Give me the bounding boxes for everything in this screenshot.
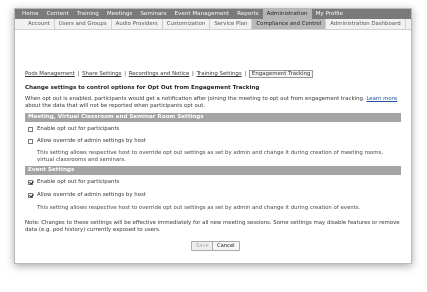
engagement-tracking-current: Engagement Tracking	[248, 70, 314, 78]
link-separator: |	[124, 71, 127, 77]
top-navigation: Home Content Training Meetings Seminars Event…	[15, 9, 411, 19]
description-text: When opt out is enabled, participants wo…	[25, 96, 365, 102]
checkbox[interactable]	[28, 179, 33, 185]
page-section-title: Change settings to control options for O…	[25, 85, 260, 91]
settings-footnote: Note: Changes to these settings will be …	[25, 220, 400, 233]
meeting-settings-header: Meeting, Virtual Classroom and Seminar R…	[25, 113, 401, 122]
sub-tab-customization[interactable]: Customization	[163, 19, 211, 29]
top-tab-content[interactable]: Content	[43, 9, 73, 19]
checkbox-label: Allow override of admin settings by host	[37, 138, 146, 144]
checkbox-label: Enable opt out for participants	[37, 126, 120, 132]
pods-management-link[interactable]: Pods Management	[25, 71, 75, 77]
link-separator: |	[77, 71, 80, 77]
checkbox-label: Enable opt out for participants	[37, 179, 120, 185]
top-tab-training[interactable]: Training	[73, 9, 103, 19]
sub-tab-users-and-groups[interactable]: Users and Groups	[55, 19, 112, 29]
sub-tab-account[interactable]: Account	[24, 19, 55, 29]
checkbox[interactable]	[28, 192, 33, 198]
link-separator: |	[244, 71, 247, 77]
top-tab-reports[interactable]: Reports	[233, 9, 262, 19]
top-tab-meetings[interactable]: Meetings	[103, 9, 136, 19]
training-settings-link[interactable]: Training Settings	[197, 71, 242, 77]
learn-more-link[interactable]: Learn more	[366, 96, 397, 102]
top-tab-my-profile[interactable]: My Profile	[312, 9, 347, 19]
meeting-override-note: This setting allows respective host to o…	[37, 150, 383, 163]
top-tab-home[interactable]: Home	[18, 9, 43, 19]
meeting-allow-override[interactable]: Allow override of admin settings by host	[28, 138, 146, 144]
recordings-notice-link[interactable]: Recordings and Notice	[129, 71, 190, 77]
event-enable-opt-out[interactable]: Enable opt out for participants	[28, 179, 119, 185]
opt-out-description: When opt out is enabled, participants wo…	[25, 96, 399, 110]
save-button[interactable]: Save	[191, 241, 214, 251]
sub-tab-compliance-and-control[interactable]: Compliance and Control	[252, 19, 327, 29]
checkbox[interactable]	[28, 126, 33, 132]
cancel-button[interactable]: Cancel	[212, 241, 240, 251]
top-tab-administration[interactable]: Administration	[262, 9, 312, 19]
settings-links: Pods Management | Share Settings | Recor…	[25, 70, 314, 78]
top-tab-event-management[interactable]: Event Management	[171, 9, 234, 19]
sub-tab-audio-providers[interactable]: Audio Providers	[112, 19, 163, 29]
sub-tab-administration-dashboard[interactable]: Administration Dashboard	[326, 19, 406, 29]
description-text-2: about the data that will not be reported…	[25, 103, 206, 109]
checkbox-label: Allow override of admin settings by host	[37, 192, 146, 198]
meeting-enable-opt-out[interactable]: Enable opt out for participants	[28, 126, 119, 132]
event-settings-header: Event Settings	[25, 166, 401, 175]
link-separator: |	[192, 71, 194, 77]
event-override-note: This setting allows respective host to o…	[37, 205, 361, 211]
top-tab-seminars[interactable]: Seminars	[136, 9, 170, 19]
share-settings-link[interactable]: Share Settings	[82, 71, 121, 77]
admin-window: Home Content Training Meetings Seminars Event…	[14, 8, 412, 264]
checkbox[interactable]	[28, 138, 33, 144]
sub-navigation: Account Users and Groups Audio Providers Cu…	[15, 19, 411, 30]
event-allow-override[interactable]: Allow override of admin settings by host	[28, 192, 146, 198]
sub-tab-service-plan[interactable]: Service Plan	[210, 19, 253, 29]
